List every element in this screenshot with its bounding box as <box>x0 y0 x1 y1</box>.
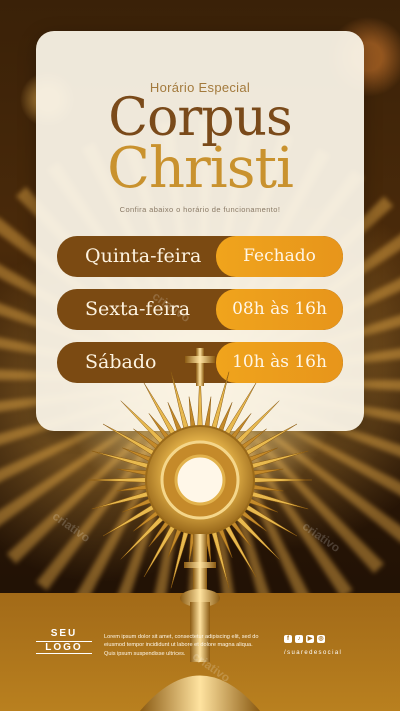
monstrance-ray <box>247 490 309 510</box>
day-label: Quinta-feira <box>85 245 202 267</box>
hours-pill: 08h às 16h <box>216 289 343 330</box>
monstrance-ray <box>170 527 190 589</box>
monstrance-ray <box>249 477 313 483</box>
schedule-row-quinta: Quinta-feira Fechado <box>57 236 343 277</box>
youtube-icon[interactable]: ▶ <box>306 635 314 643</box>
title-line-2: Christi <box>107 136 294 201</box>
tiktok-icon[interactable]: ♪ <box>295 635 303 643</box>
social-handle[interactable]: /suaredesocial <box>284 650 342 656</box>
poster-background: Horário Especial Corpus Christi Confira … <box>0 0 400 711</box>
monstrance-ray <box>91 490 153 510</box>
logo-line-2: LOGO <box>36 641 92 654</box>
monstrance-ray <box>91 450 153 470</box>
footer-body-text: Lorem ipsum dolor sit amet, consectetur … <box>104 634 259 657</box>
instagram-icon[interactable]: ◎ <box>317 635 325 643</box>
monstrance-ray <box>210 371 230 433</box>
schedule-row-sexta: Sexta-feira 08h às 16h <box>57 289 343 330</box>
monstrance-ray <box>247 450 309 470</box>
monstrance-ray <box>170 371 190 433</box>
brand-logo: SEU LOGO <box>36 628 92 654</box>
monstrance-ray <box>210 527 230 589</box>
logo-line-1: SEU <box>50 628 78 639</box>
hours-pill: Fechado <box>216 236 343 277</box>
subtitle: Confira abaixo o horário de funcionament… <box>119 205 281 214</box>
social-icons: f ♪ ▶ ◎ <box>284 635 325 643</box>
facebook-icon[interactable]: f <box>284 635 292 643</box>
monstrance-ray <box>87 477 151 483</box>
